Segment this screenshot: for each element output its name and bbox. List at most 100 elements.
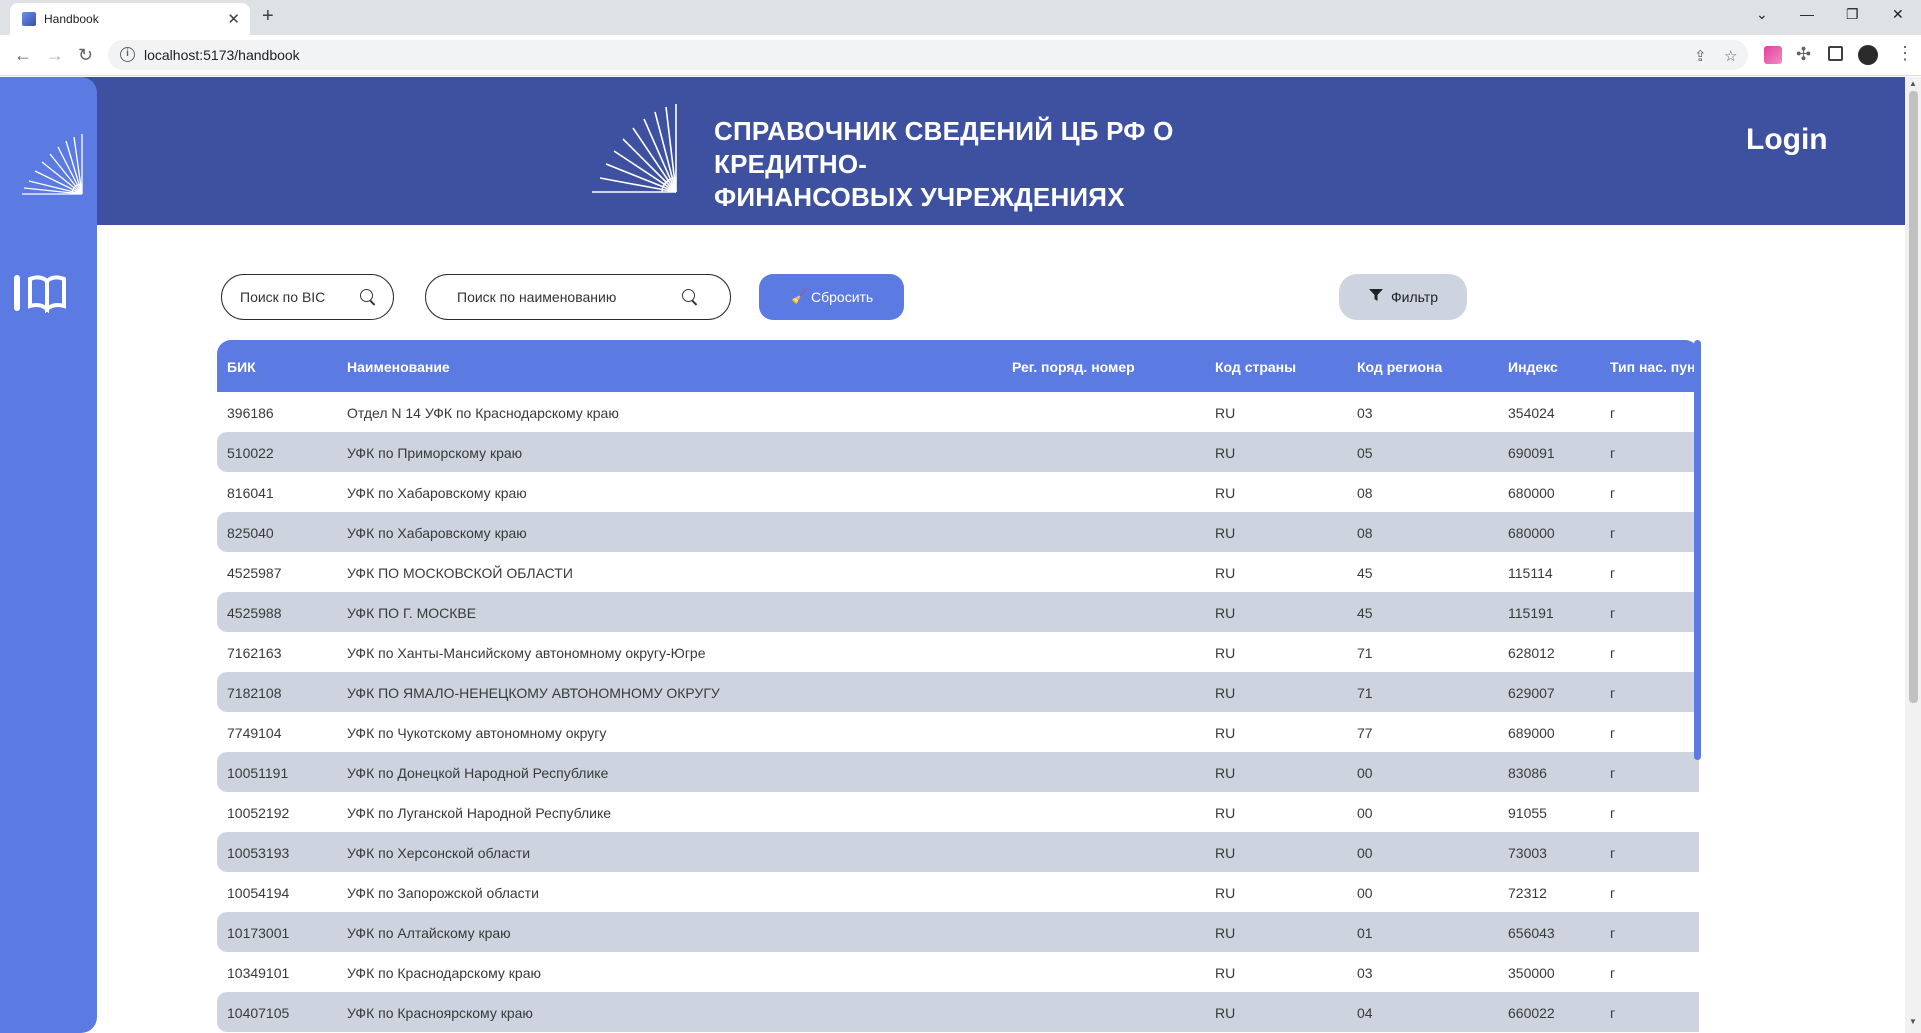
bookmark-star-icon[interactable]: ☆	[1724, 47, 1737, 65]
cell-index: 660022	[1508, 1005, 1555, 1021]
restore-button[interactable]: ❐	[1846, 6, 1859, 23]
minimize-button[interactable]: —	[1800, 6, 1814, 22]
reset-button[interactable]: 🧹 Сбросить	[759, 274, 904, 320]
cell-index: 73003	[1508, 845, 1547, 861]
cell-settlement-type: г	[1610, 565, 1616, 581]
extension-icon[interactable]	[1764, 46, 1782, 64]
table-row[interactable]: 10349101 УФК по Краснодарскому краю RU 03 35…	[217, 952, 1699, 992]
cell-index: 350000	[1508, 965, 1555, 981]
handbook-table: БИК Наименование Рег. поряд. номер Код с…	[217, 340, 1699, 1033]
cell-country-code: RU	[1215, 965, 1236, 981]
handbook-book-icon[interactable]	[14, 273, 72, 313]
search-bic-placeholder: Поиск по BIC	[240, 289, 326, 305]
extensions-puzzle-icon[interactable]: ✣	[1796, 44, 1811, 65]
table-row[interactable]: 10407105 УФК по Красноярскому краю RU 04 660…	[217, 992, 1699, 1032]
cell-name: УФК по Луганской Народной Республике	[347, 805, 612, 821]
column-header-name[interactable]: Наименование	[347, 359, 450, 375]
cell-settlement-type: г	[1610, 925, 1616, 941]
cell-settlement-type: г	[1610, 405, 1616, 421]
column-header-region-code[interactable]: Код региона	[1357, 359, 1442, 375]
url-text[interactable]: localhost:5173/handbook	[144, 47, 300, 63]
login-button[interactable]: Login	[1746, 123, 1828, 157]
cell-bic: 816041	[227, 485, 274, 501]
table-row[interactable]: 825040 УФК по Хабаровскому краю RU 08 680000…	[217, 512, 1699, 552]
search-name-input[interactable]: Поиск по наименованию	[425, 274, 731, 320]
cell-bic: 10173001	[227, 925, 290, 941]
cell-region-code: 00	[1357, 805, 1373, 821]
search-name-placeholder: Поиск по наименованию	[457, 289, 617, 305]
table-row[interactable]: 7182108 УФК ПО ЯМАЛО-НЕНЕЦКОМУ АВТОНОМНОМ…	[217, 672, 1699, 712]
reload-icon[interactable]: ↻	[78, 45, 93, 66]
cell-settlement-type: г	[1610, 725, 1616, 741]
browser-tab[interactable]: Handbook ✕	[10, 3, 250, 35]
site-info-icon[interactable]: i	[120, 47, 135, 62]
table-row[interactable]: 510022 УФК по Приморскому краю RU 05 690091 г	[217, 432, 1699, 472]
table-row[interactable]: 10054194 УФК по Запорожской области RU 00 72…	[217, 872, 1699, 912]
cell-bic: 7749104	[227, 725, 282, 741]
profile-avatar[interactable]	[1858, 45, 1878, 65]
cell-name: УФК по Запорожской области	[347, 885, 539, 901]
scroll-down-arrow-icon[interactable]: ▼	[1909, 1017, 1917, 1026]
cell-country-code: RU	[1215, 885, 1236, 901]
table-scrollbar[interactable]	[1694, 340, 1701, 760]
filter-button[interactable]: Фильтр	[1339, 274, 1467, 320]
cell-region-code: 00	[1357, 765, 1373, 781]
cell-bic: 10053193	[227, 845, 290, 861]
cell-region-code: 03	[1357, 405, 1373, 421]
column-header-reg-number[interactable]: Рег. поряд. номер	[1012, 359, 1135, 375]
cell-settlement-type: г	[1610, 885, 1616, 901]
side-panel-icon[interactable]	[1828, 46, 1843, 61]
back-arrow-icon[interactable]: ←	[14, 45, 32, 66]
close-window-button[interactable]: ✕	[1892, 6, 1904, 23]
table-row[interactable]: 7749104 УФК по Чукотскому автономному окр…	[217, 712, 1699, 752]
cell-bic: 10051191	[227, 765, 289, 781]
browser-menu-icon[interactable]: ⋮	[1896, 43, 1914, 64]
tab-search-icon[interactable]: ⌄	[1756, 6, 1768, 23]
table-row[interactable]: 10173001 УФК по Алтайскому краю RU 01 656043…	[217, 912, 1699, 952]
search-bic-input[interactable]: Поиск по BIC	[221, 274, 394, 320]
cell-country-code: RU	[1215, 805, 1236, 821]
table-row[interactable]: 4525987 УФК ПО МОСКОВСКОЙ ОБЛАСТИ RU 45 1151…	[217, 552, 1699, 592]
cell-bic: 10052192	[227, 805, 290, 821]
sidebar-logo-icon[interactable]	[20, 132, 84, 196]
tab-close-icon[interactable]: ✕	[227, 10, 240, 28]
table-row[interactable]: 10053193 УФК по Херсонской области RU 00 730…	[217, 832, 1699, 872]
table-row[interactable]: 10051191 УФК по Донецкой Народной Республ…	[217, 752, 1699, 792]
cell-settlement-type: г	[1610, 765, 1616, 781]
cell-index: 83086	[1508, 765, 1547, 781]
table-row[interactable]: 10052192 УФК по Луганской Народной Респуб…	[217, 792, 1699, 832]
cell-settlement-type: г	[1610, 445, 1616, 461]
cell-region-code: 71	[1357, 645, 1373, 661]
column-header-index[interactable]: Индекс	[1508, 359, 1558, 375]
address-bar[interactable]: i localhost:5173/handbook ⇪ ☆	[108, 40, 1748, 70]
forward-arrow-icon[interactable]: →	[46, 45, 64, 66]
scroll-up-arrow-icon[interactable]: ▲	[1909, 79, 1917, 88]
column-header-bic[interactable]: БИК	[227, 359, 256, 375]
new-tab-button[interactable]: +	[262, 5, 274, 28]
cell-name: Отдел N 14 УФК по Краснодарскому краю	[347, 405, 619, 421]
cell-settlement-type: г	[1610, 645, 1616, 661]
cell-country-code: RU	[1215, 845, 1236, 861]
page-scrollbar-thumb[interactable]	[1909, 91, 1918, 703]
cell-name: УФК по Приморскому краю	[347, 445, 523, 461]
cell-settlement-type: г	[1610, 485, 1616, 501]
filter-button-label: Фильтр	[1391, 289, 1439, 305]
page-scrollbar[interactable]: ▲ ▼	[1905, 77, 1921, 1033]
share-icon[interactable]: ⇪	[1694, 47, 1707, 65]
cell-index: 72312	[1508, 885, 1547, 901]
cell-region-code: 77	[1357, 725, 1373, 741]
table-row[interactable]: 816041 УФК по Хабаровскому краю RU 08 680000…	[217, 472, 1699, 512]
search-icon[interactable]	[360, 289, 373, 302]
cell-region-code: 00	[1357, 845, 1373, 861]
cell-country-code: RU	[1215, 765, 1236, 781]
table-row[interactable]: 396186 Отдел N 14 УФК по Краснодарскому к…	[217, 392, 1699, 432]
search-icon[interactable]	[682, 289, 695, 302]
table-row[interactable]: 7162163 УФК по Ханты-Мансийскому автономн…	[217, 632, 1699, 672]
cell-name: УФК по Краснодарскому краю	[347, 965, 541, 981]
table-row[interactable]: 4525988 УФК ПО Г. МОСКВЕ RU 45 115191 г	[217, 592, 1699, 632]
cell-settlement-type: г	[1610, 845, 1616, 861]
table-header: БИК Наименование Рег. поряд. номер Код с…	[217, 340, 1699, 392]
column-header-country-code[interactable]: Код страны	[1215, 359, 1296, 375]
column-header-settlement-type[interactable]: Тип нас. пун	[1610, 359, 1695, 375]
cell-name: УФК ПО МОСКОВСКОЙ ОБЛАСТИ	[347, 565, 573, 581]
